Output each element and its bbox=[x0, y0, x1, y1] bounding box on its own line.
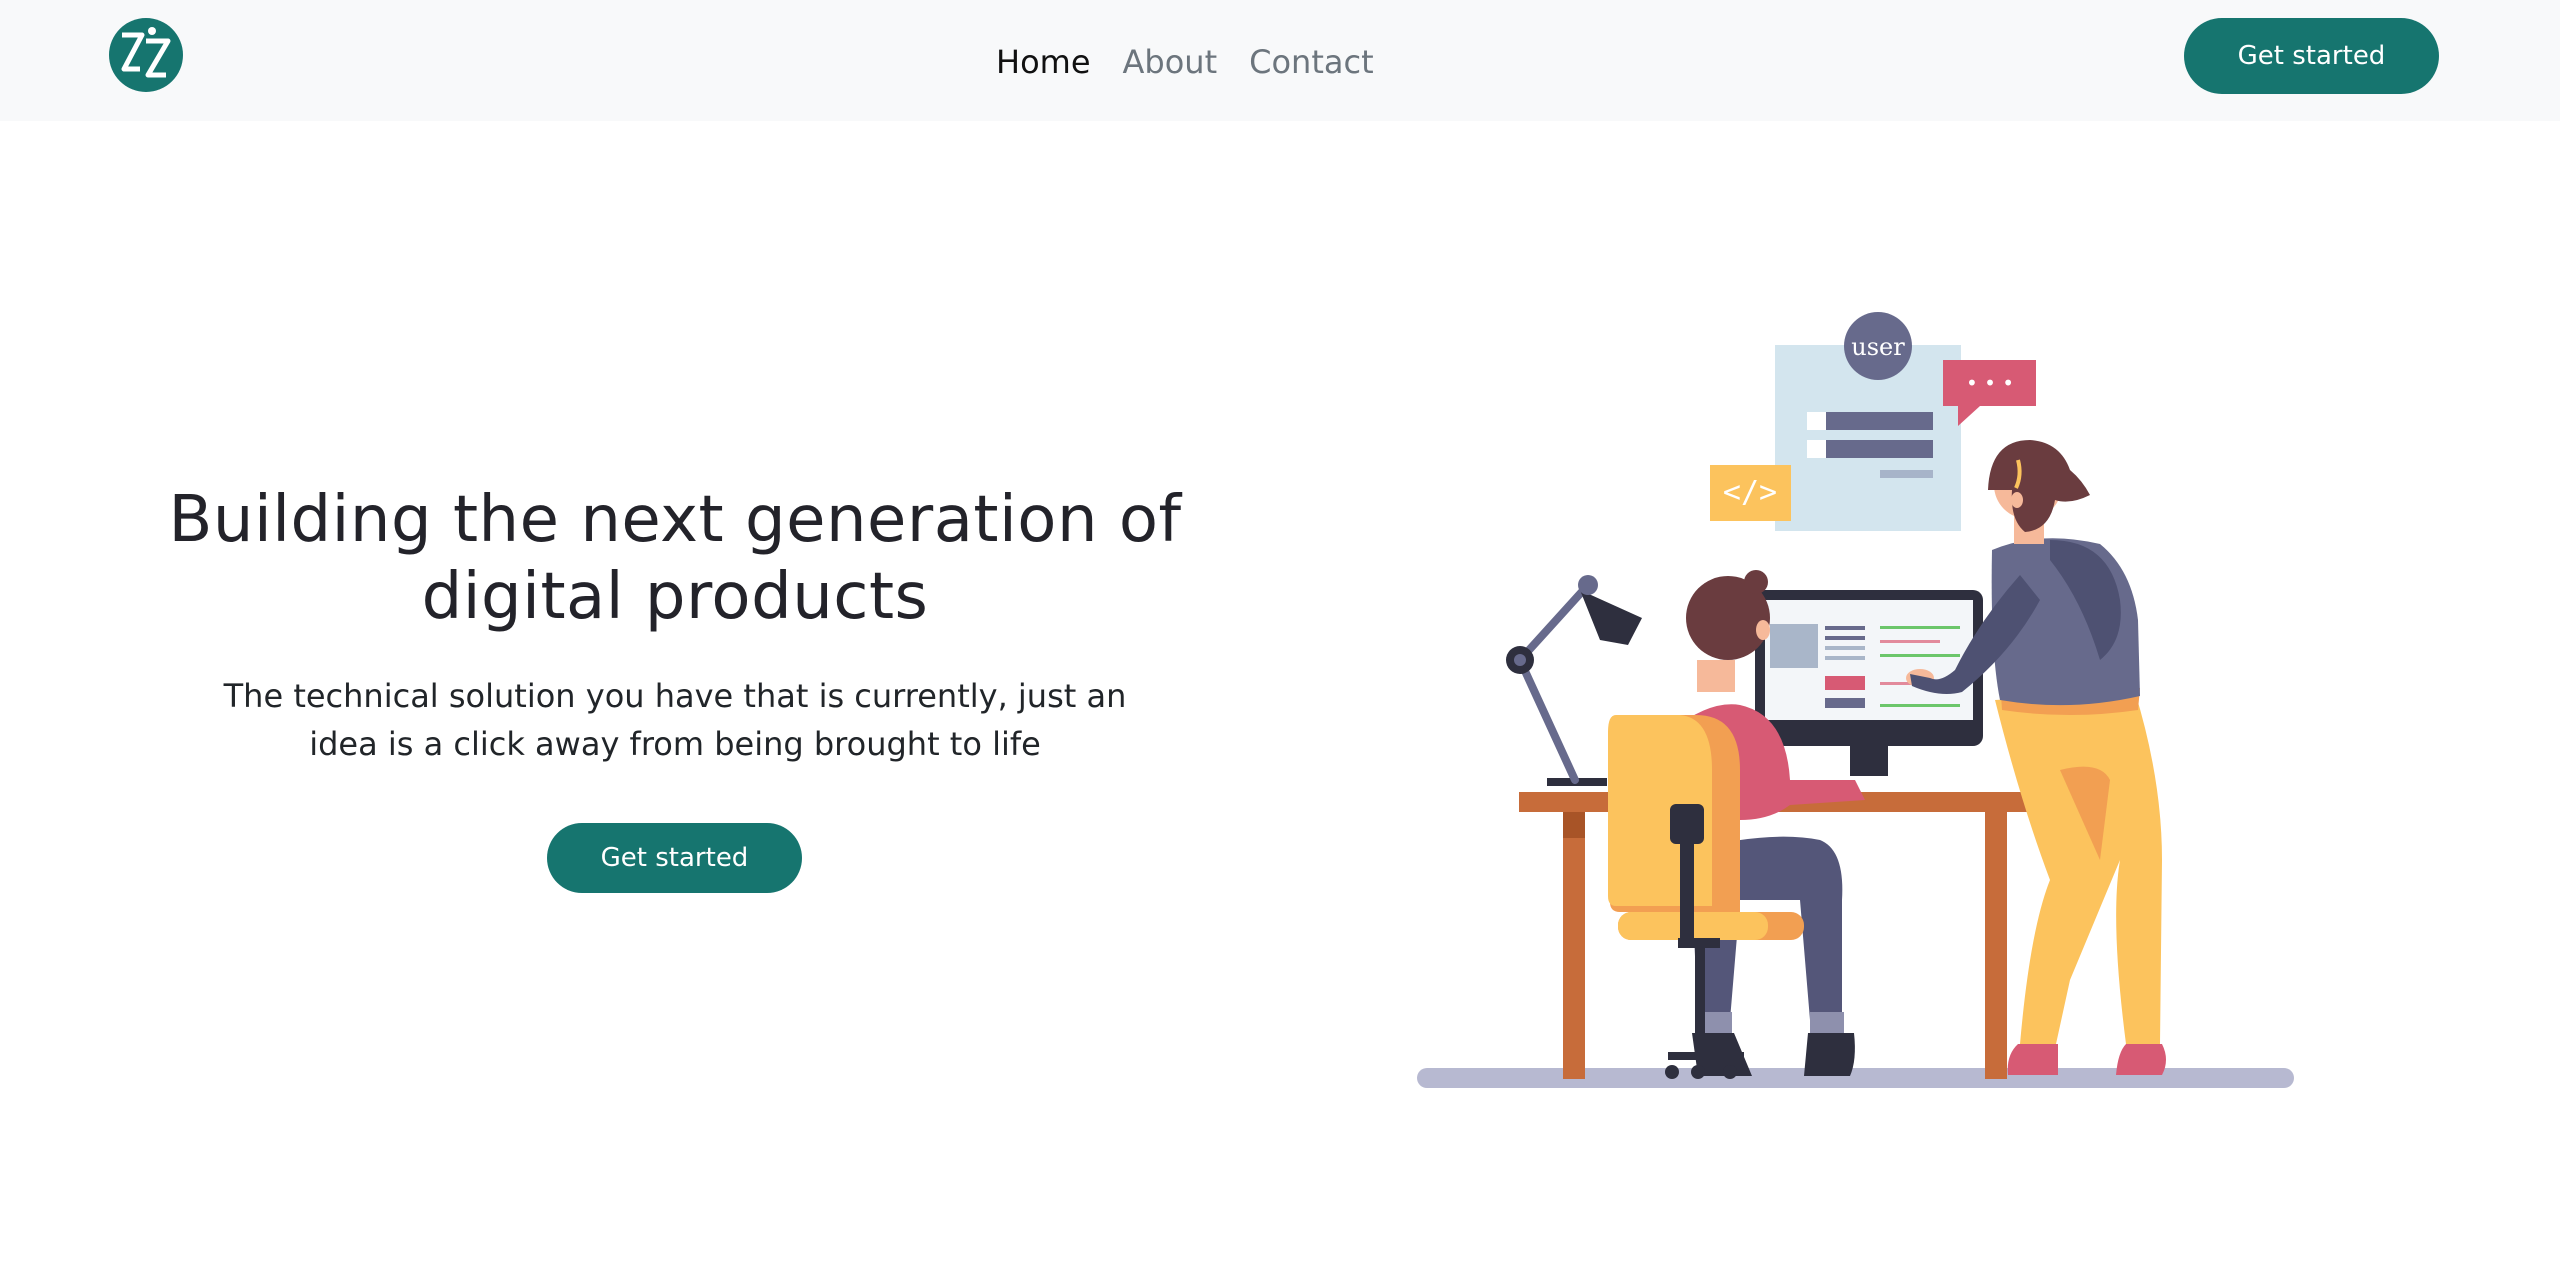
nav-get-started-button[interactable]: Get started bbox=[2184, 18, 2439, 94]
main-nav: Home About Contact bbox=[980, 34, 1390, 90]
code-tag-icon: </> bbox=[1710, 465, 1791, 521]
code-tag-text: </> bbox=[1723, 475, 1777, 510]
hero-title: Building the next generation of digital … bbox=[168, 483, 1182, 634]
navbar: Home About Contact Get started bbox=[0, 0, 2560, 121]
avatar-label: user bbox=[1851, 333, 1905, 361]
developers-at-desk-illustration: user • • • </> bbox=[1417, 312, 2294, 1088]
hero-get-started-button[interactable]: Get started bbox=[547, 823, 802, 893]
nav-link-about[interactable]: About bbox=[1107, 34, 1234, 90]
chat-dots: • • • bbox=[1966, 371, 2014, 395]
zz-monogram-logo-icon[interactable] bbox=[108, 17, 184, 93]
user-avatar-icon: user bbox=[1844, 312, 1912, 380]
nav-link-home[interactable]: Home bbox=[980, 34, 1107, 90]
nav-link-contact[interactable]: Contact bbox=[1233, 34, 1390, 90]
hero-subtitle: The technical solution you have that is … bbox=[223, 677, 1127, 763]
standing-developer bbox=[1910, 440, 2166, 1075]
